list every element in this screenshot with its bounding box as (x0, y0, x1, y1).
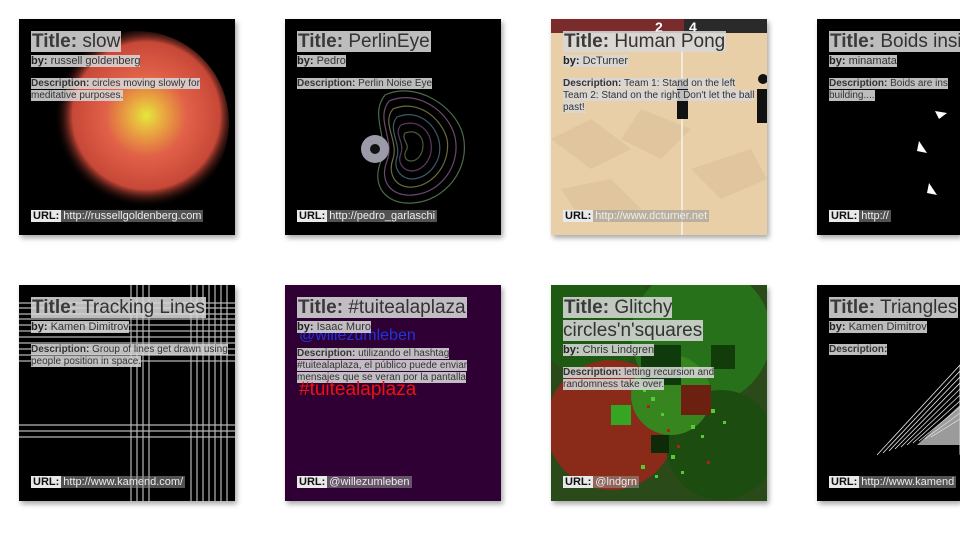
description-label: Description: (829, 77, 888, 89)
project-url-value[interactable]: http://pedro_garlaschi (327, 210, 438, 222)
url-label: URL: (31, 476, 62, 488)
by-label: by: (563, 343, 580, 356)
url-label: URL: (829, 476, 860, 488)
project-card-tracking-lines[interactable]: Title: Tracking Lines by: Kamen Dimitrov… (19, 285, 235, 501)
project-author: russell goldenberg (50, 54, 141, 67)
description-label: Description: (31, 343, 90, 355)
project-url-value[interactable]: @lndgrn (593, 476, 640, 488)
title-label: Title: (564, 297, 610, 318)
project-title: Tracking Lines (81, 297, 205, 318)
title-label: Title: (32, 297, 78, 318)
by-label: by: (297, 320, 314, 333)
project-author: minamata (848, 54, 897, 67)
description-label: Description: (297, 347, 356, 359)
url-label: URL: (563, 476, 594, 488)
project-card-human-pong[interactable]: 2 4 Title: Human Pong by: DcTurner Descr… (551, 19, 767, 235)
project-url[interactable]: URL: http://www.dcturner.net (563, 210, 710, 222)
project-card-slow[interactable]: Title: slow by: russell goldenberg Descr… (19, 19, 235, 235)
project-author: Chris Lindgren (582, 343, 655, 356)
project-title: slow (82, 31, 121, 52)
project-url[interactable]: URL: http://pedro_garlaschi (297, 210, 438, 222)
overlay-hashtag-text: #tuitealaplaza (299, 379, 417, 400)
title-label: Title: (830, 297, 876, 318)
by-label: by: (31, 54, 48, 67)
url-label: URL: (563, 210, 594, 222)
project-url-value[interactable]: http://russellgoldenberg.com (61, 210, 204, 222)
project-url-value[interactable]: @willezumleben (327, 476, 412, 488)
project-url-value[interactable]: http://www.dcturner.net (593, 210, 710, 222)
project-url[interactable]: URL: http:// (829, 210, 891, 222)
url-label: URL: (297, 476, 328, 488)
title-label: Title: (564, 31, 610, 52)
by-label: by: (297, 54, 314, 67)
project-url-value[interactable]: http://www.kamend.com/ (61, 476, 186, 488)
title-label: Title: (32, 31, 78, 52)
description-label: Description: (31, 77, 90, 89)
description-label: Description: (563, 77, 622, 89)
project-title: PerlinEye (348, 31, 430, 52)
project-author: Kamen Dimitrov (50, 320, 129, 333)
project-url[interactable]: URL: @lndgrn (563, 476, 640, 488)
project-url[interactable]: URL: http://www.kamend (829, 476, 957, 488)
project-card-tuitealaplaza[interactable]: @willezumleben Title: #tuitealaplaza by:… (285, 285, 501, 501)
project-card-triangles[interactable]: Title: Triangles by: Kamen Dimitrov Desc… (817, 285, 960, 501)
by-label: by: (829, 54, 846, 67)
project-author: Pedro (316, 54, 346, 67)
description-label: Description: (563, 366, 622, 378)
title-label: Title: (298, 31, 344, 52)
project-card-glitchy[interactable]: Title: Glitchy circles'n'squares by: Chr… (551, 285, 767, 501)
project-author: Isaac Muro (316, 320, 371, 333)
title-label: Title: (298, 297, 344, 318)
project-description: Perlin Noise Eye (358, 77, 433, 89)
project-card-boids[interactable]: Title: Boids insid by: minamata Descript… (817, 19, 960, 235)
url-label: URL: (829, 210, 860, 222)
url-label: URL: (31, 210, 62, 222)
project-url-value[interactable]: http://www.kamend (859, 476, 957, 488)
by-label: by: (829, 320, 846, 333)
project-title: Triangles (879, 297, 958, 318)
title-label: Title: (830, 31, 876, 52)
project-url-value[interactable]: http:// (859, 210, 891, 222)
project-url[interactable]: URL: @willezumleben (297, 476, 412, 488)
url-label: URL: (297, 210, 328, 222)
project-card-perlineye[interactable]: Title: PerlinEye by: Pedro Description: … (285, 19, 501, 235)
project-title: Boids insid (880, 31, 960, 52)
project-url[interactable]: URL: http://www.kamend.com/ (31, 476, 186, 488)
by-label: by: (31, 320, 48, 333)
project-author: Kamen Dimitrov (848, 320, 927, 333)
project-title: #tuitealaplaza (348, 297, 466, 318)
project-url[interactable]: URL: http://russellgoldenberg.com (31, 210, 204, 222)
by-label: by: (563, 54, 580, 67)
project-title: Human Pong (614, 31, 726, 52)
description-label: Description: (829, 343, 888, 355)
project-author: DcTurner (582, 54, 628, 67)
description-label: Description: (297, 77, 356, 89)
